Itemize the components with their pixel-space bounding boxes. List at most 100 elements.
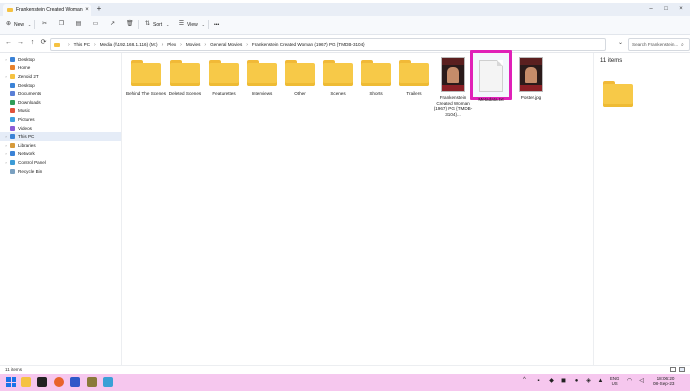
chevron-down-icon[interactable]: ⌄	[616, 38, 625, 48]
pc-icon	[10, 134, 15, 140]
sidebar-item-home[interactable]: Home	[0, 64, 121, 73]
tray-app-icon[interactable]: ▪	[535, 377, 542, 385]
file-name: Poster.jpg	[520, 95, 542, 100]
sidebar-item-libraries[interactable]: › Libraries	[0, 141, 121, 150]
tray-app-icon[interactable]: ◈	[585, 377, 592, 385]
start-icon[interactable]	[6, 377, 16, 387]
sidebar-item-desktop-quick[interactable]: › Desktop	[0, 55, 121, 64]
photos-icon[interactable]	[103, 377, 113, 387]
close-window-button[interactable]: ×	[674, 3, 688, 15]
chevron-right-icon: ›	[5, 151, 7, 157]
chevron-right-icon: ›	[246, 41, 248, 48]
sidebar-item-music[interactable]: Music	[0, 107, 121, 116]
tray-app-icon[interactable]: ◼	[560, 377, 567, 385]
folder-icon	[170, 60, 200, 88]
file-item-folder[interactable]: Scenes	[319, 57, 357, 97]
firefox-icon[interactable]	[54, 377, 64, 387]
tiles-view-icon[interactable]	[679, 367, 685, 372]
file-item-folder[interactable]: Featurettes	[205, 57, 243, 97]
file-item-video[interactable]: Frankenstein Created Woman (1967) PG {TM…	[434, 57, 472, 117]
search-input[interactable]: Search Frankenstein... ⌕	[628, 38, 690, 51]
input-language[interactable]: ENG US	[610, 376, 619, 386]
file-item-folder[interactable]: Deleted Scenes	[166, 57, 204, 97]
refresh-button[interactable]: ⟳	[39, 38, 48, 48]
chevron-right-icon: ›	[5, 159, 7, 165]
sidebar-item-desktop[interactable]: Desktop	[0, 81, 121, 90]
command-bar	[0, 16, 690, 35]
sidebar-item-this-pc[interactable]: › This PC	[0, 132, 121, 141]
maximize-button[interactable]: □	[659, 3, 673, 15]
sort-button[interactable]: ⇅ Sort ⌄	[144, 19, 173, 30]
new-button[interactable]: ⊕ New ⌄	[5, 19, 35, 30]
view-label: View	[187, 21, 198, 28]
sidebar-item-recycle-bin[interactable]: Recycle Bin	[0, 167, 121, 176]
copy-button[interactable]: ❐	[58, 19, 67, 30]
divider	[34, 20, 35, 29]
folder-icon	[209, 60, 239, 88]
tray-app-icon[interactable]: ◆	[548, 377, 555, 385]
chevron-right-icon: ›	[5, 73, 7, 79]
documents-icon	[10, 91, 15, 97]
file-item-folder[interactable]: Other	[281, 57, 319, 97]
chevron-right-icon: ›	[161, 41, 164, 48]
file-item-folder[interactable]: Trailers	[395, 57, 433, 97]
breadcrumb-movies[interactable]: Movies	[186, 42, 201, 47]
plus-icon: ⊕	[5, 21, 12, 27]
rename-button[interactable]: ▭	[92, 19, 101, 30]
forward-button[interactable]: →	[16, 38, 25, 48]
tab-close-button[interactable]: ×	[83, 7, 91, 13]
tray-app-icon[interactable]: ▲	[597, 377, 604, 385]
back-button[interactable]: ←	[4, 38, 13, 48]
chevron-right-icon: ›	[180, 41, 182, 48]
breadcrumb-current-folder[interactable]: Frankenstein Created Woman (1967) PG {TM…	[252, 42, 365, 47]
file-item-folder[interactable]: Behind The Scenes	[126, 57, 167, 97]
file-name: Metadata.txt	[478, 97, 504, 102]
clock[interactable]: 18:06:20 08-Sep-23	[653, 376, 674, 387]
app-icon[interactable]	[87, 377, 97, 387]
rename-icon: ▭	[92, 21, 99, 27]
videos-icon	[10, 125, 15, 131]
tray-app-icon[interactable]: ●	[573, 377, 580, 385]
share-button[interactable]: ↗	[109, 19, 118, 30]
view-icon: ☰	[178, 21, 185, 27]
file-explorer-icon[interactable]	[21, 377, 31, 387]
delete-button[interactable]: 🗑	[126, 19, 135, 30]
terminal-icon[interactable]	[37, 377, 47, 387]
sidebar-item-videos[interactable]: Videos	[0, 124, 121, 133]
details-view-icon[interactable]	[670, 367, 676, 372]
breadcrumb-general-movies[interactable]: General Movies	[210, 42, 242, 47]
vpn-icon[interactable]	[70, 377, 80, 387]
wifi-icon[interactable]: ◠	[626, 377, 633, 385]
sidebar-item-zenoid[interactable]: › Zenoid 2T	[0, 72, 121, 81]
recycle-bin-icon	[10, 168, 15, 174]
sidebar-item-pictures[interactable]: Pictures	[0, 115, 121, 124]
file-item-folder[interactable]: Interviews	[243, 57, 281, 97]
breadcrumb-plex[interactable]: Plex	[167, 42, 176, 47]
address-bar[interactable]: › This PC › Media (\\192.168.1.116) (M:)…	[50, 38, 606, 51]
up-button[interactable]: ↑	[28, 38, 37, 48]
sidebar-item-control-panel[interactable]: › Control Panel	[0, 158, 121, 167]
new-tab-button[interactable]: +	[94, 4, 104, 14]
volume-icon[interactable]: ◁	[638, 377, 645, 385]
tab-current[interactable]: Frankenstein Created Woman ×	[3, 4, 91, 16]
file-name: Behind The Scenes	[126, 91, 167, 96]
chevron-down-icon: ⌄	[201, 22, 205, 27]
more-options-button[interactable]: •••	[214, 19, 219, 30]
chevron-up-icon[interactable]: ^	[523, 377, 526, 383]
view-button[interactable]: ☰ View ⌄	[178, 19, 209, 30]
sidebar-item-network[interactable]: › Network	[0, 150, 121, 159]
breadcrumb-media[interactable]: Media (\\192.168.1.116) (M:)	[100, 42, 158, 47]
file-name: Frankenstein Created Woman (1967) PG {TM…	[433, 95, 473, 117]
folder-icon	[323, 60, 353, 88]
paste-button[interactable]: ▤	[75, 19, 84, 30]
file-item-folder[interactable]: Shorts	[357, 57, 395, 97]
breadcrumb-this-pc[interactable]: This PC	[74, 42, 90, 47]
file-item-metadata[interactable]: Metadata.txt	[472, 57, 510, 103]
chevron-down-icon: ⌄	[165, 22, 170, 27]
cut-button[interactable]: ✂	[41, 19, 50, 30]
file-item-poster[interactable]: Poster.jpg	[512, 57, 550, 101]
sidebar-item-downloads[interactable]: Downloads	[0, 98, 121, 107]
minimize-button[interactable]: –	[644, 3, 658, 15]
image-thumbnail	[519, 57, 543, 92]
sidebar-item-documents[interactable]: Documents	[0, 89, 121, 98]
